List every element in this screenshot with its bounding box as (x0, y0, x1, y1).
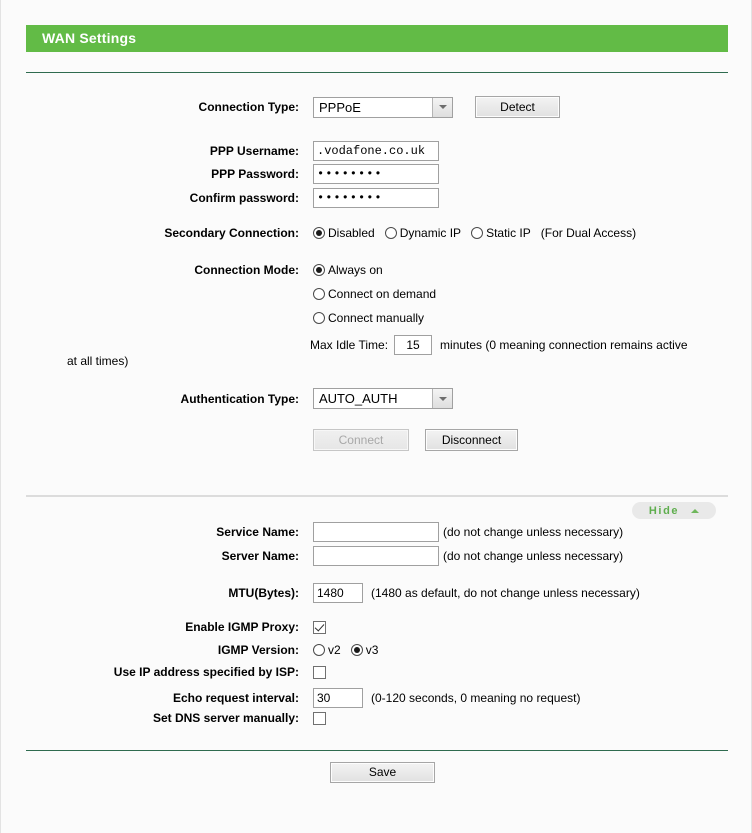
connection-type-row: Connection Type: PPPoE Detect (26, 96, 728, 118)
ppp-password-input[interactable] (313, 164, 439, 184)
mtu-row: MTU(Bytes): (1480 as default, do not cha… (26, 583, 728, 603)
page-header-bar: WAN Settings (26, 25, 728, 52)
igmp-version-option-label: v3 (365, 643, 379, 657)
connection-mode-radio-connect-on-demand[interactable] (313, 288, 325, 300)
max-idle-time-hint: minutes (0 meaning connection remains ac… (440, 338, 688, 352)
use-isp-ip-checkbox[interactable] (313, 665, 326, 679)
secondary-connection-radio-disabled[interactable] (313, 227, 325, 239)
authentication-type-select-value: AUTO_AUTH (319, 391, 398, 406)
service-name-hint: (do not change unless necessary) (443, 525, 624, 539)
secondary-connection-option-label: Disabled (328, 226, 375, 240)
detect-button[interactable]: Detect (475, 96, 560, 118)
secondary-connection-radio-dynamic-ip[interactable] (384, 227, 397, 239)
mtu-input[interactable] (313, 583, 363, 603)
disconnect-button[interactable]: Disconnect (425, 429, 518, 451)
set-dns-manually-row: Set DNS server manually: (26, 711, 728, 725)
set-dns-manually-label: Set DNS server manually: (152, 711, 299, 725)
connection-type-label: Connection Type: (198, 100, 299, 114)
igmp-version-radio-v2[interactable] (313, 644, 325, 656)
igmp-version-radio-v3[interactable] (350, 644, 363, 656)
secondary-connection-option-label: Dynamic IP (399, 226, 462, 240)
confirm-password-row: Confirm password: (26, 188, 728, 208)
hide-advanced-label: Hide (648, 504, 680, 517)
connection-mode-radio-always-on[interactable] (313, 264, 325, 276)
ppp-password-row: PPP Password: (26, 164, 728, 184)
chevron-down-icon (432, 97, 452, 117)
chevron-up-icon (691, 508, 700, 513)
ppp-username-row: PPP Username: (26, 141, 728, 161)
connection-mode-row: Connection Mode: Always on (26, 263, 728, 277)
use-isp-ip-label: Use IP address specified by ISP: (113, 665, 299, 679)
echo-request-interval-hint: (0-120 seconds, 0 meaning no request) (371, 691, 581, 705)
connect-button[interactable]: Connect (313, 429, 409, 451)
service-name-input[interactable] (313, 522, 439, 542)
ppp-username-label: PPP Username: (209, 144, 299, 158)
max-idle-time-row: Max Idle Time: minutes (0 meaning connec… (26, 335, 728, 355)
igmp-proxy-label: Enable IGMP Proxy: (185, 620, 299, 634)
divider-advanced (26, 495, 728, 497)
igmp-version-row: IGMP Version: v2 v3 (26, 643, 728, 657)
secondary-connection-radio-static-ip[interactable] (471, 227, 484, 239)
confirm-password-label: Confirm password: (189, 191, 299, 205)
divider-top (26, 72, 728, 73)
secondary-connection-label: Secondary Connection: (164, 226, 299, 240)
echo-request-interval-label: Echo request interval: (172, 691, 299, 705)
connection-mode-option-label: Connect on demand (328, 287, 437, 301)
server-name-hint: (do not change unless necessary) (443, 549, 624, 563)
connection-type-select[interactable]: PPPoE (313, 96, 453, 118)
server-name-label: Server Name: (221, 549, 299, 563)
connection-mode-option-label: Connect manually (328, 311, 425, 325)
mtu-hint: (1480 as default, do not change unless n… (371, 586, 640, 600)
max-idle-time-hint-wrap: at all times) (67, 354, 129, 368)
server-name-row: Server Name: (do not change unless neces… (26, 546, 728, 566)
hide-advanced-button[interactable]: Hide (632, 502, 716, 519)
max-idle-time-input[interactable] (394, 335, 433, 355)
connection-mode-radio-connect-manually[interactable] (313, 312, 325, 324)
set-dns-manually-checkbox[interactable] (313, 711, 326, 725)
mtu-label: MTU(Bytes): (228, 586, 299, 600)
secondary-connection-note: (For Dual Access) (540, 226, 637, 240)
connection-type-select-value: PPPoE (319, 99, 361, 115)
ppp-password-label: PPP Password: (211, 167, 299, 181)
connection-mode-manual-row: Connect manually (26, 311, 728, 325)
authentication-type-label: Authentication Type: (180, 391, 299, 406)
secondary-connection-option-label: Static IP (486, 226, 531, 240)
igmp-proxy-checkbox[interactable] (313, 620, 326, 634)
max-idle-time-label: Max Idle Time: (310, 338, 389, 352)
secondary-connection-row: Secondary Connection: Disabled Dynamic I… (26, 226, 728, 240)
max-idle-time-hint-wrap-row: at all times) (67, 354, 128, 368)
server-name-input[interactable] (313, 546, 439, 566)
wan-settings-page: WAN Settings Connection Type: PPPoE Dete… (0, 0, 752, 833)
page-title: WAN Settings (42, 30, 137, 46)
ppp-username-input[interactable] (313, 141, 439, 161)
service-name-row: Service Name: (do not change unless nece… (26, 522, 728, 542)
service-name-label: Service Name: (216, 525, 299, 539)
echo-request-interval-row: Echo request interval: (0-120 seconds, 0… (26, 688, 728, 708)
igmp-proxy-row: Enable IGMP Proxy: (26, 620, 728, 634)
connection-mode-option-label: Always on (328, 263, 383, 277)
save-button[interactable]: Save (330, 762, 435, 783)
confirm-password-input[interactable] (313, 188, 439, 208)
igmp-version-label: IGMP Version: (217, 643, 299, 657)
igmp-version-option-label: v2 (328, 643, 341, 657)
authentication-type-select[interactable]: AUTO_AUTH (313, 388, 453, 409)
authentication-type-row: Authentication Type: AUTO_AUTH (26, 388, 728, 409)
connection-mode-on-demand-row: Connect on demand (26, 287, 728, 301)
echo-request-interval-input[interactable] (313, 688, 363, 708)
use-isp-ip-row: Use IP address specified by ISP: (26, 665, 728, 679)
divider-bottom (26, 750, 728, 751)
connection-actions-row: Connect Disconnect (26, 429, 728, 451)
chevron-down-icon (432, 389, 452, 408)
connection-mode-label: Connection Mode: (194, 263, 299, 277)
